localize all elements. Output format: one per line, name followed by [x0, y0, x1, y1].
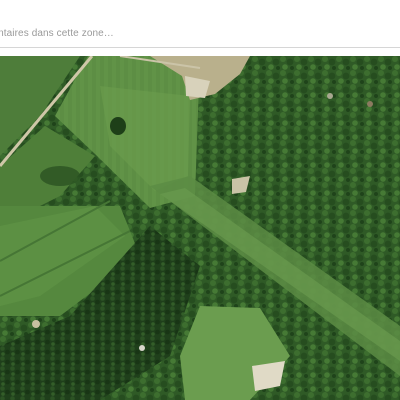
clearing	[139, 345, 145, 351]
page: …ntaires dans cette zone…	[0, 0, 400, 400]
comment-placeholder: …ntaires dans cette zone…	[0, 28, 114, 39]
clearing	[32, 320, 40, 328]
tree-cluster	[40, 166, 80, 186]
clearing	[367, 101, 373, 107]
tree-cluster	[110, 117, 126, 135]
satellite-map[interactable]	[0, 56, 400, 400]
comment-input[interactable]: …ntaires dans cette zone…	[0, 20, 400, 48]
comment-panel: …ntaires dans cette zone…	[0, 0, 400, 56]
clearing	[327, 93, 333, 99]
satellite-imagery	[0, 56, 400, 400]
